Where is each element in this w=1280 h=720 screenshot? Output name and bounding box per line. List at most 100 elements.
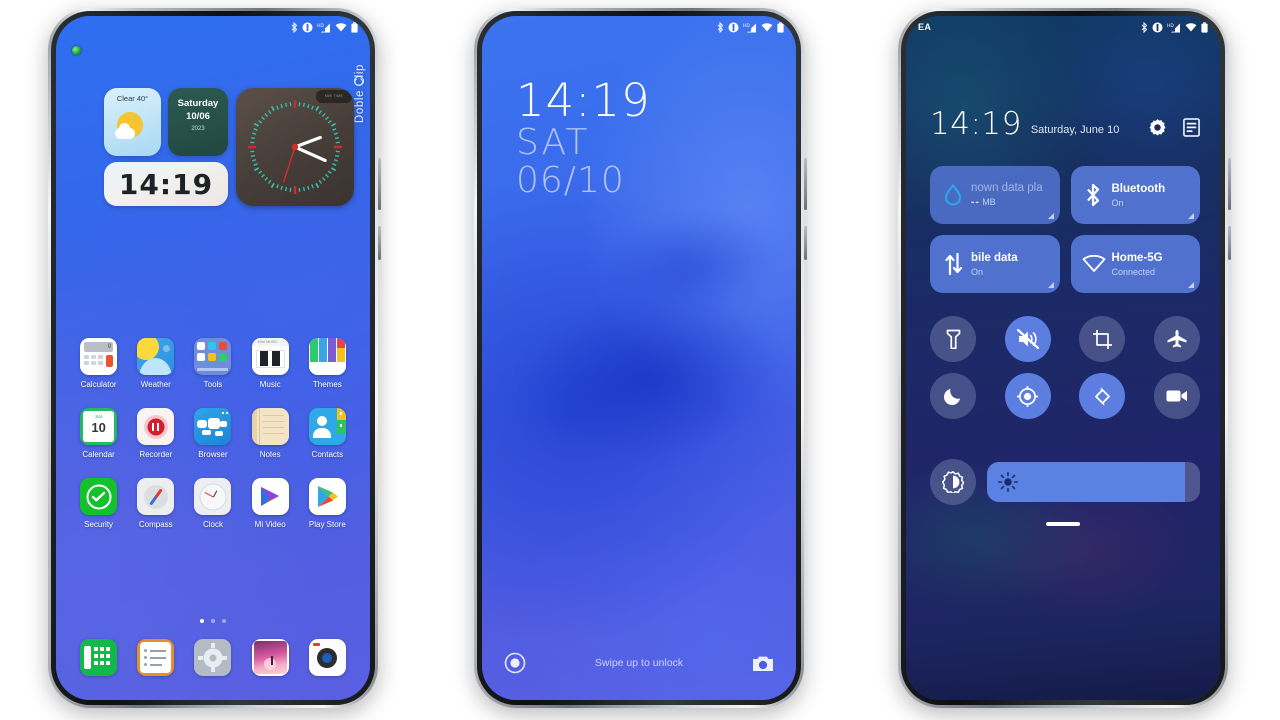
status-bar-2: HD: [482, 16, 796, 38]
app-calendar[interactable]: Sat 10 Calendar: [74, 408, 124, 459]
quick-settings-tiles: nown data pla -- MB Bluetooth On bile da…: [930, 166, 1200, 293]
date-widget[interactable]: Saturday 10/06 2023: [168, 88, 228, 156]
front-camera-punch-hole: [72, 46, 81, 55]
analog-clock-widget[interactable]: MIB TIME: [236, 88, 354, 206]
toggle-do-not-disturb[interactable]: [930, 373, 976, 419]
carrier-label: EA: [918, 22, 932, 32]
settings-icon[interactable]: [194, 639, 232, 676]
tile-text: nown data pla -- MB: [971, 181, 1043, 209]
app-mi-video[interactable]: Mi Video: [245, 478, 295, 529]
notes-list-icon[interactable]: [1183, 118, 1200, 137]
gear-icon[interactable]: [1148, 118, 1167, 137]
app-label: Tools: [203, 380, 223, 389]
app-label: Notes: [259, 450, 281, 459]
notes-icon: [251, 408, 289, 445]
tile-bluetooth[interactable]: Bluetooth On: [1070, 166, 1200, 224]
phone-icon[interactable]: [80, 639, 118, 676]
volume-button[interactable]: [1228, 158, 1231, 210]
tile-data-usage[interactable]: nown data pla -- MB: [930, 166, 1060, 224]
app-recorder[interactable]: Recorder: [131, 408, 181, 459]
app-tools[interactable]: Tools: [188, 338, 238, 389]
app-browser[interactable]: Browser: [188, 408, 238, 459]
lock-weekday: SAT: [516, 122, 590, 163]
location-icon: [1017, 385, 1039, 407]
three-phone-showcase: HD Doble Clip Clear 40° Saturday 10/06 2…: [0, 0, 1280, 720]
app-row-1: 0 Calculator Weather Tools MIUI MUSIC Mu…: [56, 338, 370, 389]
battery-icon: [351, 21, 358, 33]
assistant-icon[interactable]: [504, 652, 526, 674]
power-button[interactable]: [378, 226, 381, 260]
unlock-hint: Swipe up to unlock: [594, 657, 684, 669]
hd-signal-icon: HD: [743, 23, 756, 32]
page-dot-2[interactable]: [211, 619, 215, 623]
tile-expand-corner[interactable]: [1047, 213, 1054, 219]
browser-icon: [194, 408, 232, 445]
app-label: Themes: [312, 380, 342, 389]
camera-icon[interactable]: [308, 639, 346, 676]
app-weather[interactable]: Weather: [131, 338, 181, 389]
page-dot-3[interactable]: [222, 619, 226, 623]
app-compass[interactable]: Compass: [131, 478, 181, 529]
dock: [56, 639, 370, 676]
tile-mobile-data[interactable]: bile data On: [930, 235, 1060, 293]
app-label: Calculator: [80, 380, 117, 389]
volume-button[interactable]: [804, 158, 807, 210]
battery-icon: [1201, 21, 1208, 33]
analog-clock-face: [248, 100, 342, 194]
toggle-flashlight[interactable]: [930, 316, 976, 362]
camera-icon[interactable]: [752, 654, 774, 673]
svg-text:HD: HD: [1167, 23, 1174, 29]
volume-button[interactable]: [378, 158, 381, 210]
bluetooth-icon: [291, 21, 298, 33]
toggle-screenshot[interactable]: [1079, 316, 1126, 362]
toggle-airplane-mode[interactable]: [1153, 316, 1200, 362]
app-calculator[interactable]: 0 Calculator: [74, 338, 124, 389]
page-indicator[interactable]: [56, 619, 370, 623]
app-music[interactable]: MIUI MUSIC Music: [245, 338, 295, 389]
tile-text: bile data On: [971, 251, 1018, 278]
mi-video-icon: [251, 478, 289, 515]
app-security[interactable]: Security: [74, 478, 124, 529]
toggle-screen-recorder[interactable]: [1153, 373, 1200, 419]
page-dot-1[interactable]: [200, 619, 204, 623]
app-contacts[interactable]: Contacts: [302, 408, 352, 459]
wifi-icon: [335, 22, 347, 31]
app-row-2: Sat 10 Calendar Recorder Browser Notes C…: [56, 408, 370, 459]
toggle-location[interactable]: [1004, 373, 1051, 419]
gallery-icon[interactable]: [251, 639, 289, 676]
panel-drag-handle[interactable]: [1046, 522, 1080, 526]
auto-rotate-icon: [1094, 386, 1110, 406]
app-notes[interactable]: Notes: [245, 408, 295, 459]
bluetooth-icon: [1081, 183, 1107, 207]
app-label: Browser: [198, 450, 228, 459]
app-row-3: Security Compass Clock Mi Video Play Sto…: [56, 478, 370, 529]
digital-clock-widget[interactable]: 14:19: [104, 162, 228, 206]
tile-subtitle: On: [1111, 197, 1124, 208]
tile-expand-corner[interactable]: [1188, 282, 1194, 288]
power-button[interactable]: [804, 226, 807, 260]
messages-icon[interactable]: [137, 639, 175, 676]
status-icons-1: HD: [291, 21, 358, 33]
brightness-slider[interactable]: [987, 462, 1200, 502]
screen-3: EA HD 14:19 Saturday, June 10 nown data …: [906, 16, 1220, 700]
app-label: Weather: [140, 380, 171, 389]
lock-time: 14:19: [516, 74, 651, 127]
wifi-icon: [1081, 255, 1107, 273]
tile-expand-corner[interactable]: [1047, 282, 1054, 288]
tools-icon: [194, 338, 232, 375]
app-label: Play Store: [308, 520, 346, 529]
toggle-silent[interactable]: [1004, 316, 1051, 362]
bluetooth-icon: [717, 21, 724, 33]
power-button[interactable]: [1228, 226, 1231, 260]
mute-icon: [1016, 329, 1039, 349]
calculator-icon: 0: [80, 338, 118, 375]
tile-wifi[interactable]: Home-5G Connected: [1070, 235, 1200, 293]
tile-expand-corner[interactable]: [1188, 213, 1194, 219]
app-clock[interactable]: Clock: [188, 478, 238, 529]
brand-label: Doble Clip: [354, 64, 366, 124]
weather-widget[interactable]: Clear 40°: [104, 88, 161, 156]
app-play-store[interactable]: Play Store: [302, 478, 352, 529]
app-themes[interactable]: Themes: [302, 338, 352, 389]
brightness-auto-button[interactable]: [930, 459, 976, 505]
toggle-auto-rotate[interactable]: [1079, 373, 1126, 419]
